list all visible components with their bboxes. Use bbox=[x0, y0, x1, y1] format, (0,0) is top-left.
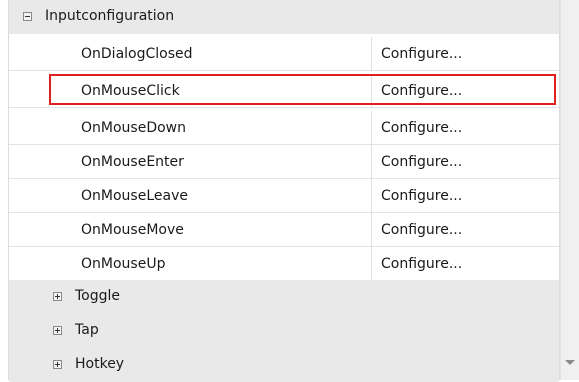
property-name: OnDialogClosed bbox=[81, 46, 193, 62]
property-value[interactable]: Configure... bbox=[381, 120, 462, 136]
property-name: OnMouseDown bbox=[81, 120, 186, 136]
property-row-onmousemove[interactable]: OnMouseMove Configure... bbox=[9, 213, 559, 247]
property-row-onmouseleave[interactable]: OnMouseLeave Configure... bbox=[9, 179, 559, 213]
property-row-onmouseup[interactable]: OnMouseUp Configure... bbox=[9, 247, 559, 281]
column-divider bbox=[371, 111, 372, 145]
property-name: OnMouseEnter bbox=[81, 154, 184, 170]
category-label: Hotkey bbox=[75, 356, 125, 372]
column-divider bbox=[371, 179, 372, 213]
expand-icon[interactable] bbox=[53, 326, 62, 335]
highlight-box bbox=[49, 74, 556, 105]
property-name: OnMouseLeave bbox=[81, 188, 188, 204]
property-row-onmouseenter[interactable]: OnMouseEnter Configure... bbox=[9, 145, 559, 179]
property-row-ondialogclosed[interactable]: OnDialogClosed Configure... bbox=[9, 37, 559, 71]
property-value[interactable]: Configure... bbox=[381, 222, 462, 238]
expand-icon[interactable] bbox=[53, 292, 62, 301]
column-divider bbox=[371, 213, 372, 247]
column-divider bbox=[371, 247, 372, 281]
column-divider bbox=[371, 37, 372, 71]
column-divider bbox=[371, 145, 372, 179]
category-inputconfiguration[interactable]: Inputconfiguration bbox=[9, 0, 559, 34]
property-value[interactable]: Configure... bbox=[381, 154, 462, 170]
category-label: Inputconfiguration bbox=[45, 8, 175, 24]
property-value[interactable]: Configure... bbox=[381, 188, 462, 204]
collapse-icon[interactable] bbox=[23, 12, 32, 21]
property-grid: Inputconfiguration OnDialogClosed Config… bbox=[8, 0, 560, 382]
category-label: Tap bbox=[75, 322, 99, 338]
scroll-down-icon[interactable] bbox=[565, 360, 575, 365]
property-row-onmousedown[interactable]: OnMouseDown Configure... bbox=[9, 111, 559, 145]
category-label: Toggle bbox=[75, 288, 121, 304]
vertical-scrollbar[interactable] bbox=[560, 0, 579, 380]
category-toggle[interactable]: Toggle bbox=[9, 280, 559, 314]
category-tap[interactable]: Tap bbox=[9, 314, 559, 348]
category-hotkey[interactable]: Hotkey bbox=[9, 348, 559, 382]
expand-icon[interactable] bbox=[53, 360, 62, 369]
property-value[interactable]: Configure... bbox=[381, 46, 462, 62]
property-name: OnMouseUp bbox=[81, 256, 166, 272]
property-name: OnMouseMove bbox=[81, 222, 184, 238]
property-value[interactable]: Configure... bbox=[381, 256, 462, 272]
